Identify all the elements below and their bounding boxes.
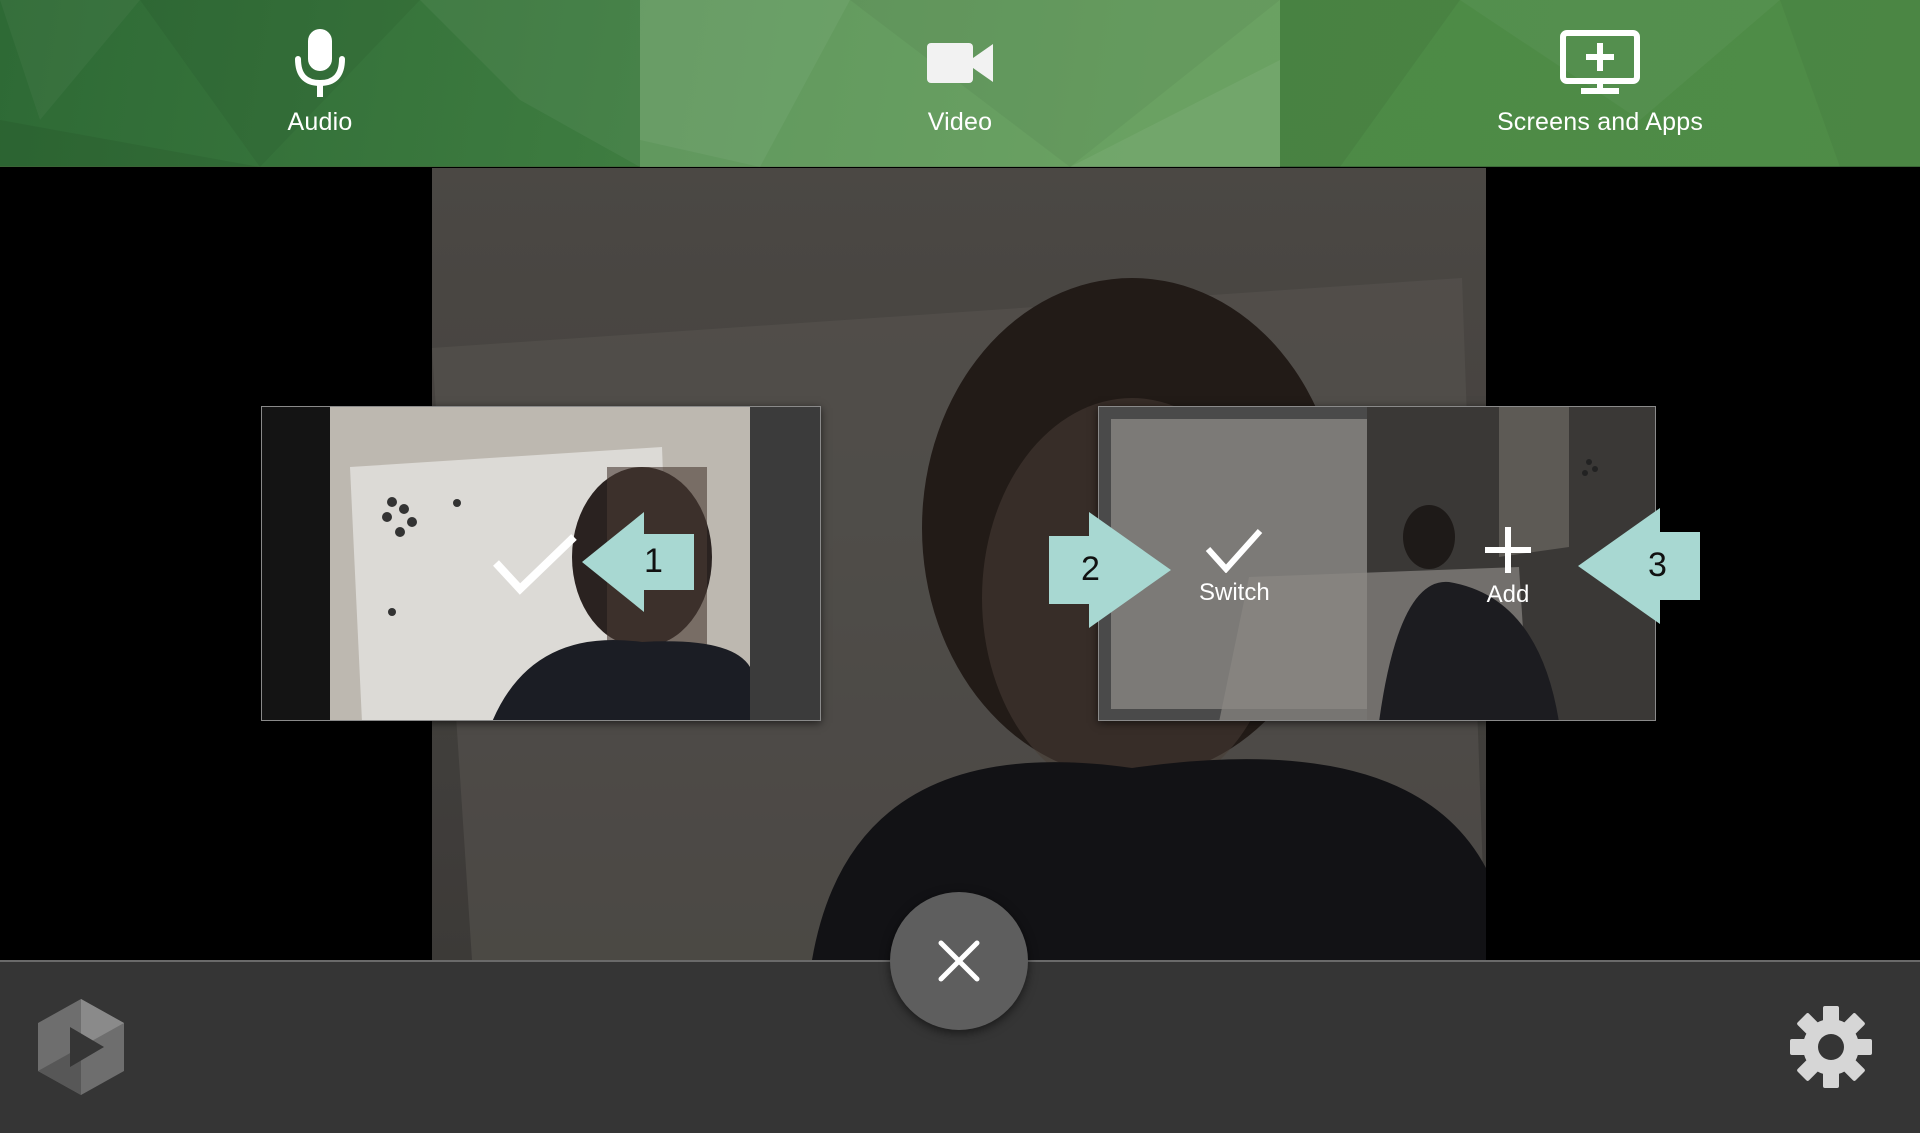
- close-button[interactable]: [890, 892, 1028, 1030]
- switch-label: Switch: [1199, 579, 1270, 606]
- callout-arrow-right-icon: [1049, 512, 1171, 628]
- switch-button[interactable]: Switch: [1199, 527, 1270, 607]
- gear-icon[interactable]: [1788, 1004, 1874, 1090]
- add-label: Add: [1486, 581, 1530, 608]
- callout-3: 3: [1578, 508, 1700, 624]
- tab-screens-and-apps[interactable]: Screens and Apps: [1280, 0, 1920, 167]
- callout-number: 1: [644, 542, 663, 580]
- callout-arrow-left-icon: [582, 512, 694, 612]
- tab-video[interactable]: Video: [640, 0, 1280, 167]
- thumbnail-image: [1099, 407, 1655, 720]
- tab-audio-label: Audio: [287, 108, 353, 136]
- video-stage: Switch Add 1 2 3: [0, 168, 1920, 960]
- callout-number: 3: [1648, 546, 1667, 584]
- callout-2: 2: [1049, 512, 1171, 628]
- video-camera-icon: [918, 26, 1002, 100]
- app-logo-icon: [36, 997, 126, 1097]
- tab-audio[interactable]: Audio: [0, 0, 640, 167]
- checkmark-icon: [1206, 528, 1263, 573]
- add-button[interactable]: Add: [1483, 525, 1533, 609]
- app-window: Audio Video Screens and Apps Switch Add …: [0, 0, 1920, 1133]
- checkmark-icon: [493, 534, 577, 595]
- close-icon: [938, 940, 980, 982]
- callout-1: 1: [582, 512, 694, 612]
- video-source-thumbnail-1[interactable]: [261, 406, 821, 721]
- tab-screens-label: Screens and Apps: [1496, 108, 1704, 136]
- callout-arrow-left-icon: [1578, 508, 1700, 624]
- selected-check: [492, 533, 578, 595]
- microphone-icon: [278, 26, 362, 100]
- source-tabbar: Audio Video Screens and Apps: [0, 0, 1920, 167]
- tab-video-label: Video: [927, 108, 993, 136]
- screen-add-icon: [1558, 26, 1642, 100]
- callout-number: 2: [1081, 550, 1100, 588]
- video-source-thumbnail-2[interactable]: Switch Add: [1098, 406, 1656, 721]
- plus-icon: [1485, 527, 1531, 573]
